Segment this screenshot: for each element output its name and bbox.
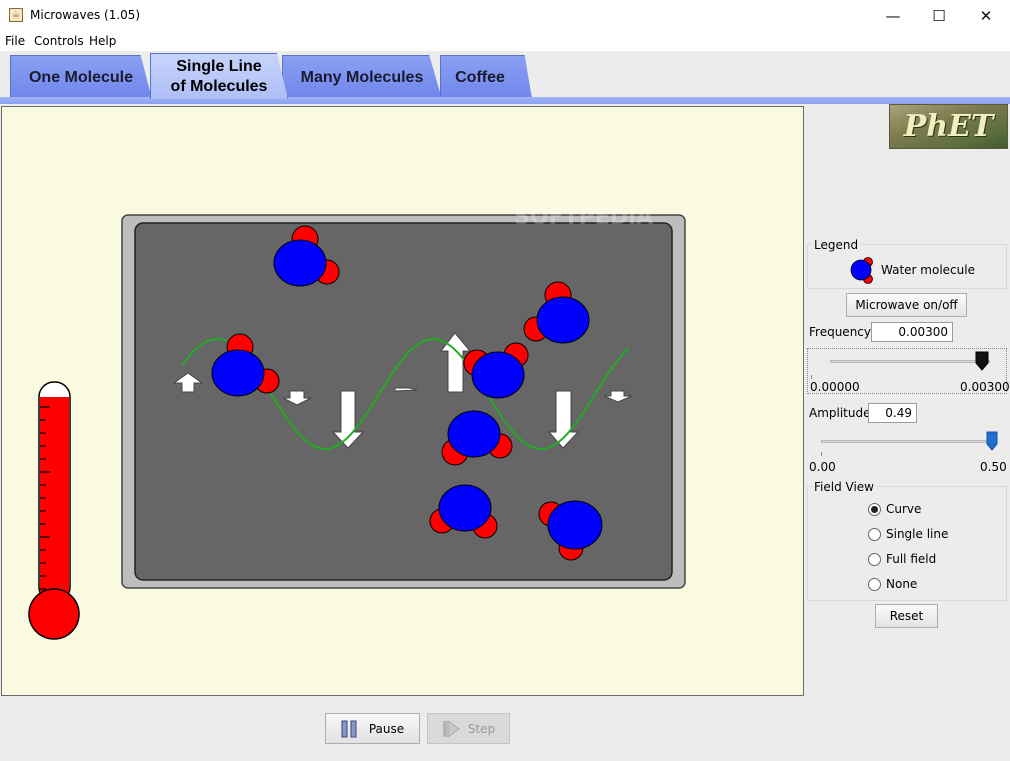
menu-file[interactable]: File	[5, 34, 25, 48]
thermometer	[28, 381, 80, 640]
frequency-slider[interactable]: 0.00000 0.00300	[807, 348, 1010, 394]
legend-title: Legend	[812, 238, 861, 252]
menu-bar: File Controls Help	[0, 31, 1010, 51]
minimize-button[interactable]: —	[870, 0, 916, 31]
legend-water-label: Water molecule	[881, 263, 975, 277]
pause-icon	[341, 720, 357, 737]
amplitude-label: Amplitude	[809, 406, 871, 420]
field-view-curve-option[interactable]: Curve	[868, 500, 921, 518]
java-app-icon: ☕	[9, 8, 23, 22]
amplitude-max-label: 0.50	[980, 460, 1007, 474]
clock-controls: Pause Step	[0, 697, 1010, 761]
amplitude-field[interactable]: 0.49	[868, 403, 917, 423]
microwave-toggle-button[interactable]: Microwave on/off	[846, 293, 967, 317]
tab-many-molecules[interactable]: Many Molecules	[282, 55, 442, 99]
pause-button[interactable]: Pause	[325, 713, 420, 744]
radio-curve[interactable]	[868, 502, 881, 516]
water-molecule-icon	[850, 257, 873, 284]
frequency-min-label: 0.00000	[810, 380, 860, 394]
frequency-slider-thumb[interactable]	[975, 351, 989, 371]
frequency-max-label: 0.00300	[960, 380, 1010, 394]
amplitude-slider[interactable]: 0.00 0.50	[807, 428, 1007, 476]
reset-button[interactable]: Reset	[875, 604, 938, 628]
step-button[interactable]: Step	[427, 713, 510, 744]
close-button[interactable]: ✕	[963, 0, 1009, 31]
frequency-min-tick	[811, 375, 812, 379]
watermark: SOFTPEDIA	[514, 205, 653, 230]
frequency-field[interactable]: 0.00300	[871, 322, 953, 342]
frequency-track	[830, 360, 990, 363]
tab-single-line[interactable]: Single Line of Molecules	[150, 53, 288, 99]
thermometer-bulb	[28, 588, 80, 640]
field-view-single-line-option[interactable]: Single line	[868, 525, 948, 543]
simulation-canvas[interactable]: SOFTPEDIA	[1, 106, 804, 696]
radio-full-field[interactable]	[868, 552, 881, 566]
window-title: Microwaves (1.05)	[30, 8, 141, 22]
amplitude-slider-thumb[interactable]	[986, 431, 998, 451]
title-bar: ☕ Microwaves (1.05) — ☐ ✕	[0, 0, 1010, 31]
frequency-label: Frequency	[809, 325, 871, 339]
maximize-button[interactable]: ☐	[916, 0, 962, 31]
step-icon	[442, 719, 460, 738]
field-view-full-field-option[interactable]: Full field	[868, 550, 936, 568]
amplitude-min-tick	[821, 452, 822, 456]
field-view-none-option[interactable]: None	[868, 575, 917, 593]
simulation-scene: SOFTPEDIA	[28, 205, 686, 640]
menu-controls[interactable]: Controls	[34, 34, 84, 48]
field-view-title: Field View	[812, 480, 876, 494]
tab-one-molecule[interactable]: One Molecule	[10, 55, 152, 99]
menu-help[interactable]: Help	[89, 34, 116, 48]
amplitude-min-label: 0.00	[809, 460, 836, 474]
tab-coffee[interactable]: Coffee	[440, 55, 532, 99]
phet-logo[interactable]: PhET	[889, 104, 1008, 149]
radio-none[interactable]	[868, 577, 881, 591]
amplitude-track	[821, 440, 995, 443]
radio-single-line[interactable]	[868, 527, 881, 541]
